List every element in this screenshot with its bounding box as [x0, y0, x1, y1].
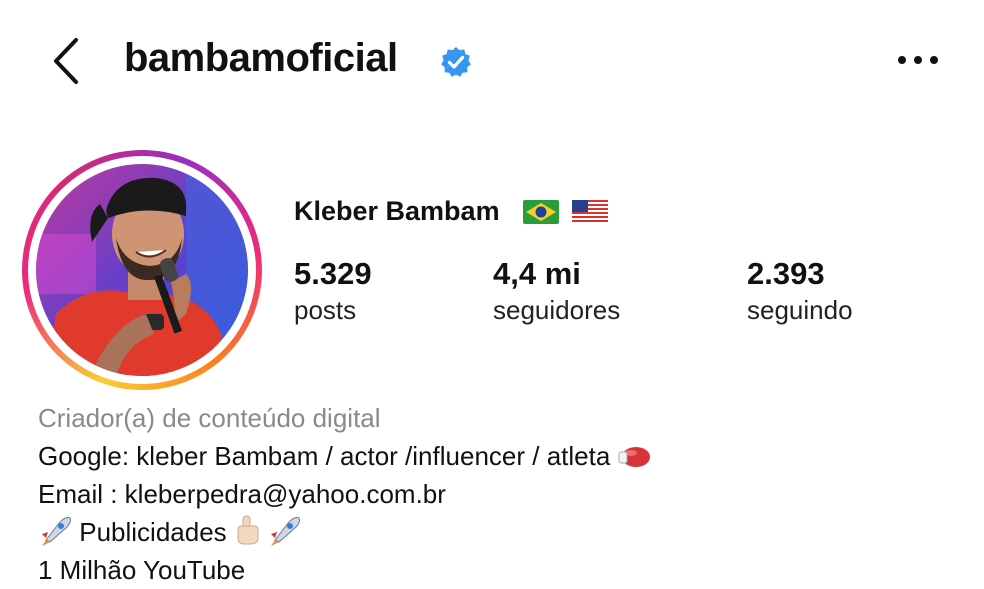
- stat-posts[interactable]: 5.329 posts: [294, 254, 372, 326]
- index-pointing-up-icon: [237, 515, 259, 545]
- stat-followers[interactable]: 4,4 mi seguidores: [493, 254, 620, 326]
- profile-bio: Criador(a) de conteúdo digital Google: k…: [38, 399, 958, 589]
- usa-flag-icon: [572, 200, 608, 224]
- bio-line-email: Email : kleberpedra@yahoo.com.br: [38, 479, 446, 509]
- following-count: 2.393: [747, 256, 825, 291]
- followers-count: 4,4 mi: [493, 256, 581, 291]
- rocket-icon: [271, 517, 301, 546]
- bio-line-youtube: 1 Milhão YouTube: [38, 555, 246, 585]
- boxing-glove-icon: [618, 447, 650, 467]
- back-chevron-icon[interactable]: [44, 36, 88, 86]
- profile-username: bambamoficial: [124, 36, 398, 80]
- following-label: seguindo: [747, 295, 853, 325]
- posts-count: 5.329: [294, 256, 372, 291]
- bio-line-publicidades: Publicidades: [38, 513, 958, 551]
- posts-label: posts: [294, 295, 357, 325]
- followers-label: seguidores: [493, 295, 621, 325]
- stat-following[interactable]: 2.393 seguindo: [747, 254, 853, 326]
- profile-avatar[interactable]: [36, 164, 248, 376]
- verified-badge-icon: [441, 47, 471, 77]
- story-ring[interactable]: [22, 150, 262, 390]
- bio-line-google: Google: kleber Bambam / actor /influence…: [38, 437, 958, 475]
- profile-category: Criador(a) de conteúdo digital: [38, 403, 381, 433]
- brazil-flag-icon: [523, 200, 559, 224]
- rocket-icon: [42, 517, 71, 546]
- display-name: Kleber Bambam: [294, 196, 500, 226]
- more-options-icon[interactable]: [892, 46, 944, 74]
